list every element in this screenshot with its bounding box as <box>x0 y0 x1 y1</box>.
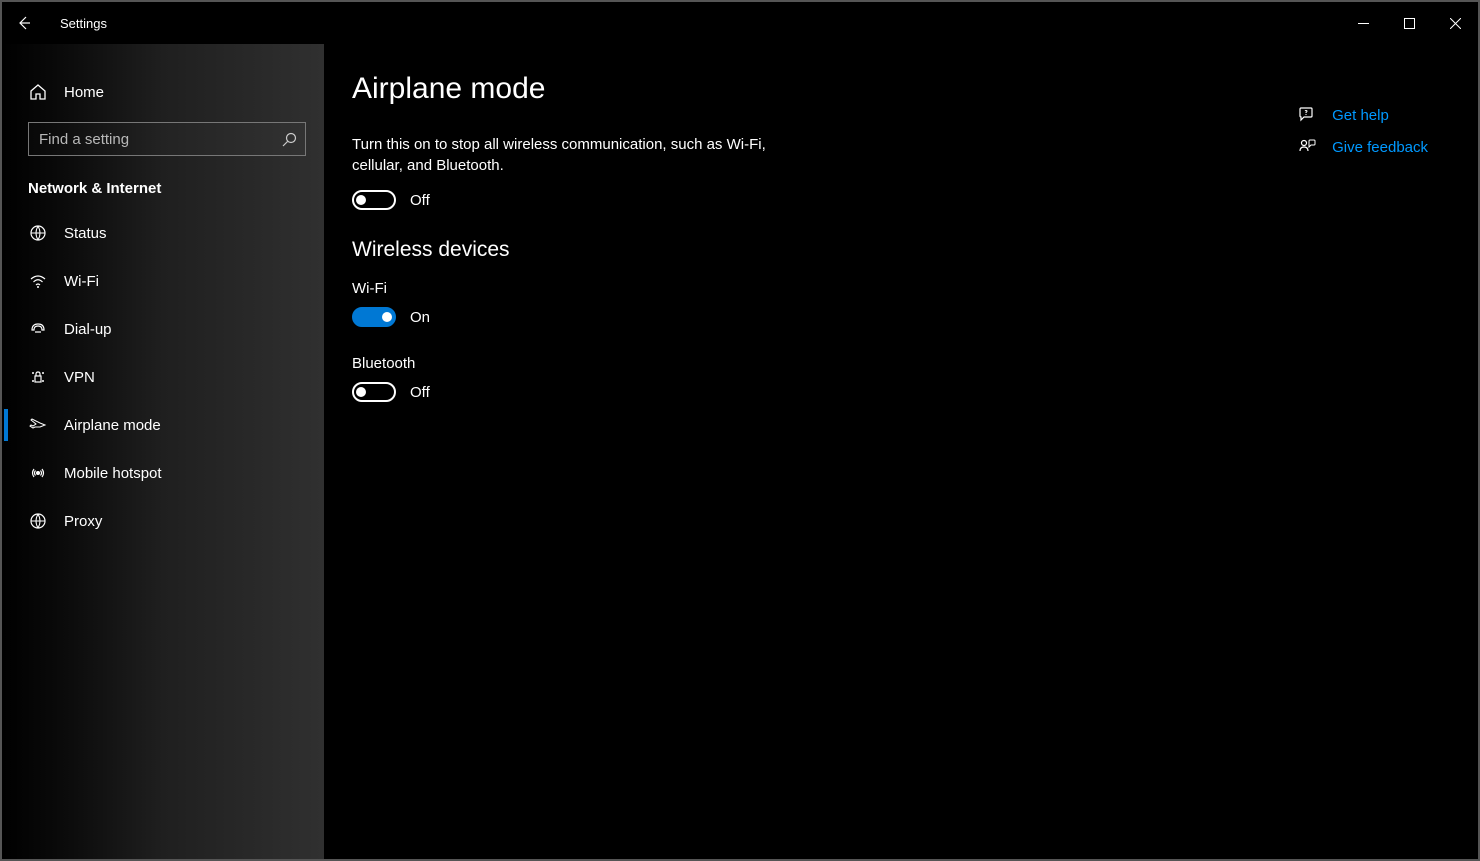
wireless-devices-header: Wireless devices <box>352 238 1438 262</box>
vpn-icon <box>28 368 48 386</box>
bluetooth-label: Bluetooth <box>352 355 1438 372</box>
sidebar-home[interactable]: Home <box>2 72 324 112</box>
wifi-icon <box>28 272 48 290</box>
close-icon <box>1450 18 1461 29</box>
bluetooth-device: Bluetooth Off <box>352 355 1438 402</box>
maximize-button[interactable] <box>1386 7 1432 39</box>
bluetooth-toggle-state: Off <box>410 384 430 401</box>
sidebar-item-status[interactable]: Status <box>2 209 324 257</box>
sidebar-item-label: Status <box>64 225 107 242</box>
sidebar-item-hotspot[interactable]: Mobile hotspot <box>2 449 324 497</box>
wifi-toggle-state: On <box>410 309 430 326</box>
wifi-label: Wi-Fi <box>352 280 1438 297</box>
sidebar: Home Network & Internet Status Wi-Fi <box>2 44 324 859</box>
get-help-link[interactable]: Get help <box>1298 106 1428 124</box>
dialup-icon <box>28 320 48 338</box>
sidebar-item-label: Wi-Fi <box>64 273 99 290</box>
sidebar-item-label: Dial-up <box>64 321 112 338</box>
wifi-toggle[interactable] <box>352 307 396 327</box>
get-help-text: Get help <box>1332 107 1389 124</box>
wifi-device: Wi-Fi On <box>352 280 1438 327</box>
sidebar-item-proxy[interactable]: Proxy <box>2 497 324 545</box>
minimize-icon <box>1358 18 1369 29</box>
hotspot-icon <box>28 464 48 482</box>
maximize-icon <box>1404 18 1415 29</box>
help-icon <box>1298 106 1316 124</box>
give-feedback-link[interactable]: Give feedback <box>1298 138 1428 156</box>
sidebar-item-airplane[interactable]: Airplane mode <box>2 401 324 449</box>
sidebar-item-dialup[interactable]: Dial-up <box>2 305 324 353</box>
airplane-description: Turn this on to stop all wireless commun… <box>352 134 792 176</box>
sidebar-item-label: VPN <box>64 369 95 386</box>
sidebar-item-label: Mobile hotspot <box>64 465 162 482</box>
main-content: Airplane mode Turn this on to stop all w… <box>324 44 1478 859</box>
sidebar-home-label: Home <box>64 84 104 101</box>
minimize-button[interactable] <box>1340 7 1386 39</box>
page-title: Airplane mode <box>352 72 1438 106</box>
give-feedback-text: Give feedback <box>1332 139 1428 156</box>
search-input[interactable] <box>39 131 282 148</box>
airplane-icon <box>28 416 48 434</box>
status-icon <box>28 224 48 242</box>
sidebar-item-wifi[interactable]: Wi-Fi <box>2 257 324 305</box>
airplane-toggle-state: Off <box>410 192 430 209</box>
search-box[interactable] <box>28 122 306 156</box>
window-controls <box>1340 7 1478 39</box>
bluetooth-toggle[interactable] <box>352 382 396 402</box>
feedback-icon <box>1298 138 1316 156</box>
home-icon <box>28 83 48 101</box>
sidebar-item-vpn[interactable]: VPN <box>2 353 324 401</box>
search-icon <box>282 132 297 147</box>
proxy-icon <box>28 512 48 530</box>
airplane-toggle[interactable] <box>352 190 396 210</box>
arrow-left-icon <box>16 15 32 31</box>
titlebar: Settings <box>2 2 1478 44</box>
sidebar-item-label: Proxy <box>64 513 102 530</box>
back-button[interactable] <box>2 2 46 44</box>
sidebar-item-label: Airplane mode <box>64 417 161 434</box>
sidebar-category: Network & Internet <box>2 156 324 209</box>
close-button[interactable] <box>1432 7 1478 39</box>
window-title: Settings <box>60 16 107 31</box>
right-links: Get help Give feedback <box>1298 106 1428 156</box>
